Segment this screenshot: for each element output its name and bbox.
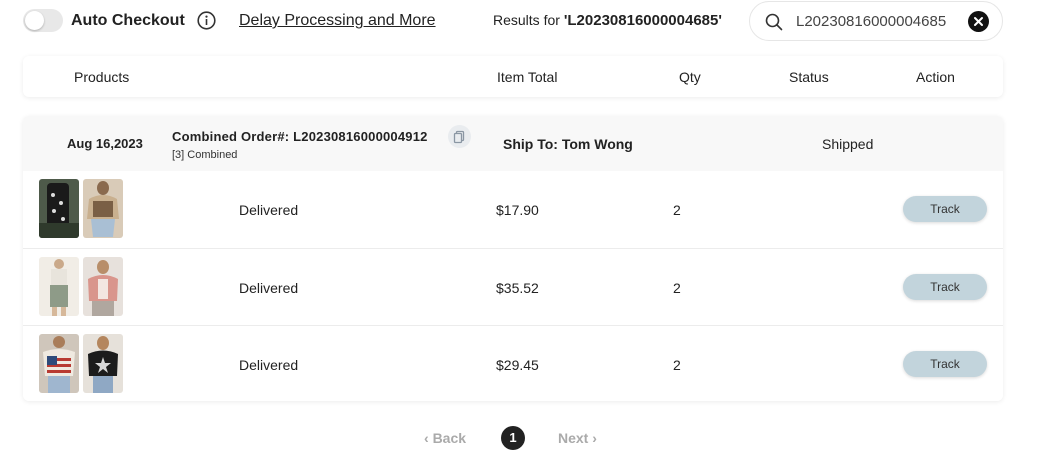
combined-order-number: Combined Order#: L20230816000004912	[172, 129, 428, 144]
delay-processing-link[interactable]: Delay Processing and More	[239, 12, 436, 30]
chevron-right-icon: ›	[588, 430, 597, 446]
order-card: Aug 16,2023 Combined Order#: L2023081600…	[23, 116, 1003, 401]
info-icon[interactable]	[197, 11, 216, 30]
table-row: Delivered $17.90 2 Track	[23, 171, 1003, 248]
item-status: Delivered	[239, 357, 299, 373]
header-item-total: Item Total	[497, 69, 558, 85]
order-status: Shipped	[822, 136, 874, 152]
chevron-left-icon: ‹	[424, 430, 433, 446]
search-input[interactable]	[796, 11, 964, 31]
table-header: Products Item Total Qty Status Action	[23, 56, 1003, 97]
search-results-summary: Results for 'L20230816000004685'	[493, 12, 722, 29]
toggle-knob	[25, 11, 44, 30]
table-row: Delivered $29.45 2 Track	[23, 325, 1003, 401]
header-action: Action	[916, 69, 955, 85]
auto-checkout-toggle[interactable]	[23, 9, 63, 32]
item-qty: 2	[673, 280, 681, 296]
back-label: Back	[432, 430, 467, 446]
item-status: Delivered	[239, 202, 299, 218]
product-image[interactable]	[83, 179, 123, 238]
order-header: Aug 16,2023 Combined Order#: L2023081600…	[23, 116, 1003, 171]
pagination: ‹ Back 1 Next ›	[0, 426, 1048, 450]
item-total: $17.90	[496, 202, 539, 218]
next-label: Next	[558, 430, 589, 446]
results-query: 'L20230816000004685'	[563, 12, 722, 29]
search-icon[interactable]	[765, 13, 783, 31]
next-button[interactable]: Next ›	[558, 430, 597, 446]
combined-count: [3] Combined	[172, 149, 238, 161]
item-status: Delivered	[239, 280, 299, 296]
results-prefix: Results for	[493, 12, 564, 28]
track-button[interactable]: Track	[903, 274, 987, 300]
track-button[interactable]: Track	[903, 351, 987, 377]
product-image[interactable]	[39, 179, 79, 238]
back-button[interactable]: ‹ Back	[424, 430, 466, 446]
close-icon[interactable]	[968, 11, 989, 32]
table-row: Delivered $35.52 2 Track	[23, 248, 1003, 325]
product-image[interactable]	[39, 257, 79, 316]
header-products: Products	[74, 69, 130, 85]
product-image[interactable]	[83, 334, 123, 393]
product-image[interactable]	[83, 257, 123, 316]
search-box	[749, 1, 1003, 41]
ship-to: Ship To: Tom Wong	[503, 136, 633, 152]
item-total: $29.45	[496, 357, 539, 373]
item-total: $35.52	[496, 280, 539, 296]
item-qty: 2	[673, 202, 681, 218]
product-image[interactable]	[39, 334, 79, 393]
page-1-button[interactable]: 1	[501, 426, 525, 450]
header-status: Status	[789, 69, 829, 85]
auto-checkout-label: Auto Checkout	[71, 12, 185, 29]
track-button[interactable]: Track	[903, 196, 987, 222]
header-qty: Qty	[679, 69, 701, 85]
order-date: Aug 16,2023	[67, 136, 143, 151]
item-qty: 2	[673, 357, 681, 373]
copy-icon[interactable]	[448, 125, 471, 148]
top-bar: Auto Checkout Delay Processing and More …	[0, 0, 1048, 42]
